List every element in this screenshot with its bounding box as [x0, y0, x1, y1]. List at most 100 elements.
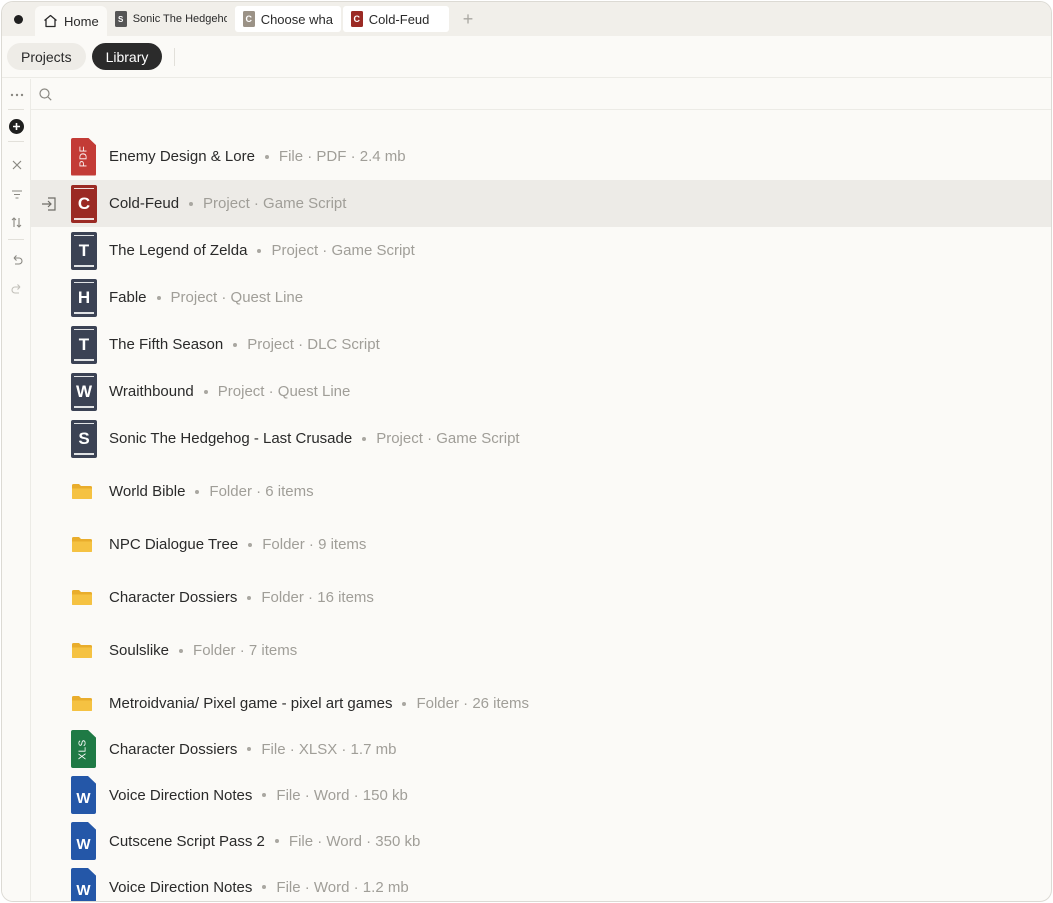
list-item[interactable]: W Voice Direction Notes File · Word · 150 … — [31, 772, 1051, 818]
separator-dot — [247, 595, 252, 600]
list-item[interactable]: T The Fifth Season Project · DLC Script — [31, 321, 1051, 368]
project-book-icon: T — [71, 231, 97, 270]
tab-choose-what[interactable]: C Choose what — [234, 6, 341, 32]
item-meta: File · Word · 150 kb — [276, 786, 408, 804]
list-item[interactable]: W Wraithbound Project · Quest Line — [31, 368, 1051, 415]
list-item[interactable]: Soulslike Folder · 7 items — [31, 624, 1051, 677]
redo-icon — [11, 283, 20, 294]
window-menu-dot[interactable] — [14, 14, 23, 24]
list-item[interactable]: XLS Character Dossiers File · XLSX · 1.7 m… — [31, 726, 1051, 772]
home-icon — [44, 14, 57, 28]
library-button[interactable]: Library — [91, 43, 163, 70]
undo-button[interactable] — [2, 249, 31, 269]
rail-divider — [8, 239, 24, 240]
list-item[interactable]: H Fable Project · Quest Line — [31, 274, 1051, 321]
list-item[interactable]: W Voice Direction Notes File · Word · 1.2 … — [31, 864, 1051, 901]
separator-dot — [262, 885, 267, 889]
separator-dot — [262, 793, 267, 797]
plus-circle-icon — [9, 118, 24, 134]
search-input[interactable] — [60, 86, 660, 102]
close-button[interactable] — [2, 155, 31, 175]
word-file-icon: W — [71, 776, 96, 814]
item-meta: Project · Game Script — [376, 430, 520, 447]
project-book-icon: W — [71, 372, 97, 411]
item-meta: File · Word · 1.2 mb — [276, 878, 409, 896]
separator-dot — [247, 747, 252, 751]
tab-label: Cold-Feud — [368, 11, 430, 27]
item-name: Cold-Feud — [109, 195, 180, 212]
item-meta: Project · Game Script — [203, 195, 347, 212]
tab-sonic[interactable]: S Sonic The Hedgehog — [107, 6, 235, 32]
item-name: Metroidvania/ Pixel game - pixel art gam… — [109, 695, 393, 712]
item-meta: File · Word · 350 kb — [288, 832, 421, 850]
project-book-icon: H — [71, 278, 97, 317]
item-name: World Bible — [109, 483, 186, 500]
item-name: Soulslike — [109, 642, 170, 659]
library-list: PDF Enemy Design & Lore File · PDF · 2.4 m… — [31, 110, 1051, 901]
add-button[interactable] — [2, 116, 31, 136]
close-icon — [12, 160, 21, 170]
item-meta: File · XLSX · 1.7 mb — [261, 740, 397, 758]
list-item[interactable]: Character Dossiers Folder · 16 items — [31, 571, 1051, 624]
separator-dot — [264, 154, 269, 159]
tab-home[interactable]: Home — [35, 6, 107, 36]
project-book-icon: S — [71, 419, 97, 458]
list-item[interactable]: PDF Enemy Design & Lore File · PDF · 2.4 m… — [31, 133, 1051, 180]
project-book-icon: C — [350, 11, 363, 27]
folder-icon — [72, 537, 92, 552]
left-rail — [2, 79, 31, 901]
app-window: Home S Sonic The Hedgehog C Choose what … — [1, 1, 1052, 902]
item-name: Voice Direction Notes — [109, 786, 253, 804]
more-button[interactable] — [2, 85, 31, 105]
separator-dot — [362, 436, 367, 441]
item-name: Enemy Design & Lore — [109, 148, 255, 165]
folder-icon — [72, 484, 92, 499]
list-item[interactable]: C Cold-Feud Project · Game Script — [31, 180, 1051, 227]
tab-label: Home — [64, 13, 99, 29]
folder-icon — [72, 590, 92, 605]
redo-button[interactable] — [2, 278, 31, 298]
filter-button[interactable] — [2, 184, 31, 204]
project-book-icon: S — [114, 11, 127, 27]
list-item[interactable]: NPC Dialogue Tree Folder · 9 items — [31, 518, 1051, 571]
item-meta: File · PDF · 2.4 mb — [278, 148, 406, 165]
list-item[interactable]: World Bible Folder · 6 items — [31, 465, 1051, 518]
more-dots-icon — [10, 93, 23, 97]
excel-file-icon: XLS — [71, 730, 96, 768]
item-meta: Project · Quest Line — [217, 383, 351, 400]
item-name: Sonic The Hedgehog - Last Crusade — [109, 430, 353, 447]
list-item[interactable]: W Cutscene Script Pass 2 File · Word · 350… — [31, 818, 1051, 864]
sort-arrows-icon — [11, 216, 22, 228]
item-name: Voice Direction Notes — [109, 878, 253, 896]
pdf-file-icon: PDF — [71, 137, 96, 176]
tab-label: Choose what — [260, 11, 333, 27]
rail-divider — [8, 141, 24, 142]
item-meta: Folder · 16 items — [261, 589, 374, 606]
sort-button[interactable] — [2, 212, 31, 232]
project-book-icon: C — [242, 11, 255, 27]
separator-dot — [248, 542, 253, 547]
item-name: Cutscene Script Pass 2 — [109, 832, 265, 850]
tab-cold-feud[interactable]: C Cold-Feud — [342, 6, 449, 32]
search-icon — [39, 87, 52, 101]
item-meta: Project · Game Script — [271, 242, 415, 259]
projects-button[interactable]: Projects — [7, 43, 86, 70]
item-meta: Folder · 6 items — [209, 483, 314, 500]
item-name: The Legend of Zelda — [109, 242, 248, 259]
list-item[interactable]: T The Legend of Zelda Project · Game Scrip… — [31, 227, 1051, 274]
word-file-icon: W — [71, 868, 96, 901]
item-name: The Fifth Season — [109, 336, 224, 353]
separator-dot — [402, 701, 407, 706]
undo-icon — [13, 254, 22, 265]
list-item[interactable]: S Sonic The Hedgehog - Last Crusade Projec… — [31, 415, 1051, 462]
tab-bar: Home S Sonic The Hedgehog C Choose what … — [2, 2, 1051, 36]
list-item[interactable]: Metroidvania/ Pixel game - pixel art gam… — [31, 677, 1051, 730]
separator-dot — [274, 839, 279, 843]
view-switcher: Projects Library — [2, 36, 1051, 78]
separator-dot — [179, 648, 184, 653]
new-tab-plus-icon[interactable]: + — [463, 10, 474, 28]
separator-dot — [233, 342, 238, 347]
open-item-icon[interactable] — [41, 196, 57, 211]
item-meta: Folder · 26 items — [416, 695, 530, 712]
tab-label: Sonic The Hedgehog — [132, 13, 227, 25]
